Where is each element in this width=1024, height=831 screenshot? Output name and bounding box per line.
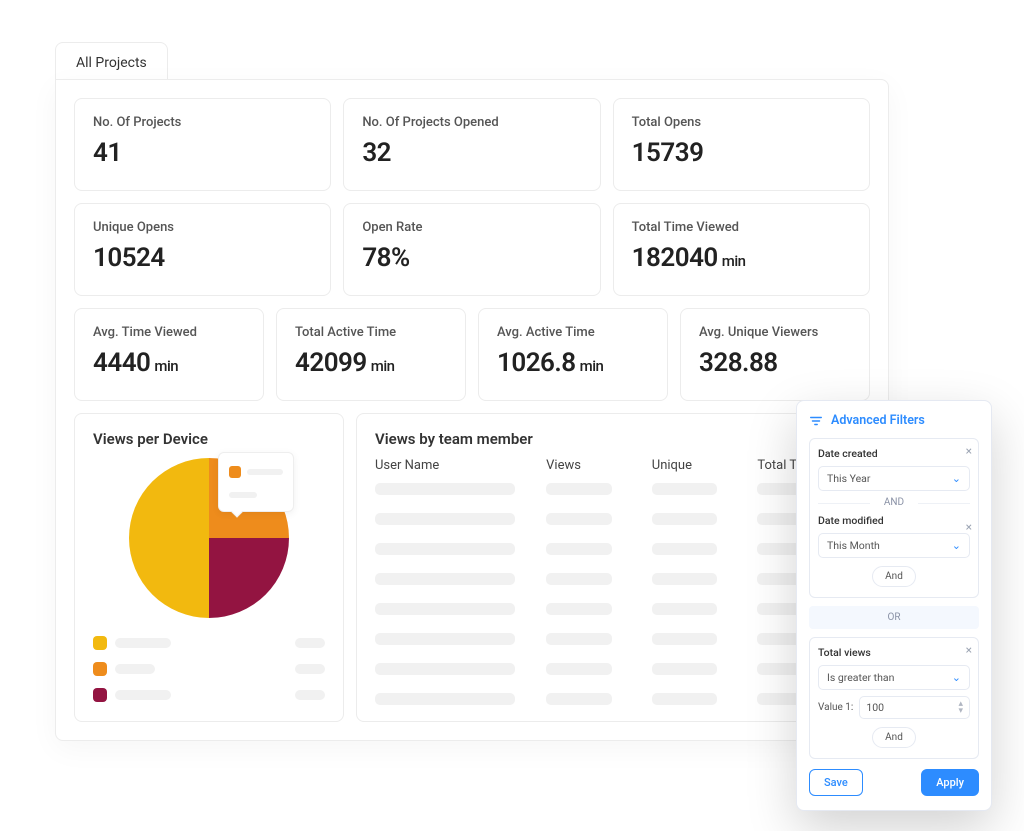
legend-item [93, 662, 325, 676]
and-divider: AND [818, 497, 970, 508]
panel-title: Views per Device [93, 430, 325, 448]
metric-total-opens: Total Opens 15739 [613, 98, 870, 191]
metric-no-of-projects: No. Of Projects 41 [74, 98, 331, 191]
metric-value: 1026.8min [497, 348, 649, 378]
value-input[interactable]: 100 ▴▾ [859, 696, 970, 719]
and-button[interactable]: And [872, 566, 916, 587]
table-row [375, 663, 851, 675]
metric-label: No. Of Projects Opened [362, 115, 581, 130]
filter-icon [809, 414, 823, 428]
tab-all-projects[interactable]: All Projects [55, 42, 168, 83]
tooltip-swatch-icon [229, 466, 241, 478]
col-unique: Unique [652, 458, 746, 473]
legend-swatch-icon [93, 662, 107, 676]
filter-label: Total views [818, 646, 970, 659]
metric-value: 15739 [632, 138, 851, 168]
advanced-filters-panel: Advanced Filters × Date created This Yea… [796, 400, 992, 811]
select-operator[interactable]: Is greater than ⌄ [818, 665, 970, 690]
metric-value: 328.88 [699, 348, 851, 378]
metric-value: 41 [93, 138, 312, 168]
chevron-down-icon: ⌄ [952, 671, 961, 684]
close-icon[interactable]: × [966, 521, 972, 533]
table-row [375, 693, 851, 705]
select-date-modified[interactable]: This Month ⌄ [818, 533, 970, 558]
chevron-down-icon: ⌄ [952, 539, 961, 552]
chart-legend [93, 636, 325, 702]
or-separator: OR [809, 606, 979, 629]
close-icon[interactable]: × [966, 445, 972, 457]
metric-value: 4440min [93, 348, 245, 378]
dashboard-card: No. Of Projects 41 No. Of Projects Opene… [55, 79, 889, 741]
metric-label: Avg. Active Time [497, 325, 649, 340]
number-spinner-icon[interactable]: ▴▾ [958, 701, 963, 714]
legend-item [93, 636, 325, 650]
metric-value: 78% [362, 243, 581, 273]
metric-label: Avg. Unique Viewers [699, 325, 851, 340]
metric-total-time-viewed: Total Time Viewed 182040min [613, 203, 870, 296]
filter-label: Date created [818, 447, 970, 460]
close-icon[interactable]: × [966, 644, 972, 656]
metric-avg-time-viewed: Avg. Time Viewed 4440min [74, 308, 264, 401]
filter-block-total-views: × Total views Is greater than ⌄ Value 1:… [809, 637, 979, 759]
metric-unique-opens: Unique Opens 10524 [74, 203, 331, 296]
legend-swatch-icon [93, 688, 107, 702]
select-date-created[interactable]: This Year ⌄ [818, 466, 970, 491]
metric-value: 42099min [295, 348, 447, 378]
table-header: User Name Views Unique Total Tim [375, 458, 851, 473]
metric-value: 182040min [632, 243, 851, 273]
metric-open-rate: Open Rate 78% [343, 203, 600, 296]
metric-label: Total Active Time [295, 325, 447, 340]
metric-avg-unique-viewers: Avg. Unique Viewers 328.88 [680, 308, 870, 401]
metric-label: Total Opens [632, 115, 851, 130]
metric-label: Unique Opens [93, 220, 312, 235]
value-label: Value 1: [818, 702, 853, 713]
table-row [375, 633, 851, 645]
pie-chart [93, 458, 325, 618]
legend-swatch-icon [93, 636, 107, 650]
filter-label: Date modified [818, 514, 970, 527]
metric-value: 10524 [93, 243, 312, 273]
filter-block-date-created: × Date created This Year ⌄ AND Date modi… [809, 438, 979, 598]
table-row [375, 543, 851, 555]
and-button[interactable]: And [872, 727, 916, 748]
metric-total-active-time: Total Active Time 42099min [276, 308, 466, 401]
panel-views-by-team-member: Views by team member User Name Views Uni… [356, 413, 870, 722]
metric-value: 32 [362, 138, 581, 168]
chevron-down-icon: ⌄ [952, 472, 961, 485]
metric-label: Total Time Viewed [632, 220, 851, 235]
metric-avg-active-time: Avg. Active Time 1026.8min [478, 308, 668, 401]
table-row [375, 573, 851, 585]
table-row [375, 483, 851, 495]
panel-title: Views by team member [375, 430, 851, 448]
filters-title: Advanced Filters [831, 413, 925, 428]
chart-tooltip [218, 452, 294, 512]
apply-button[interactable]: Apply [921, 769, 979, 796]
save-button[interactable]: Save [809, 769, 863, 796]
filters-header: Advanced Filters [809, 413, 979, 428]
metric-label: Open Rate [362, 220, 581, 235]
table-row [375, 513, 851, 525]
legend-item [93, 688, 325, 702]
panel-views-per-device: Views per Device [74, 413, 344, 722]
metric-no-of-projects-opened: No. Of Projects Opened 32 [343, 98, 600, 191]
metric-label: Avg. Time Viewed [93, 325, 245, 340]
col-user-name: User Name [375, 458, 534, 473]
table-row [375, 603, 851, 615]
metric-label: No. Of Projects [93, 115, 312, 130]
col-views: Views [546, 458, 640, 473]
